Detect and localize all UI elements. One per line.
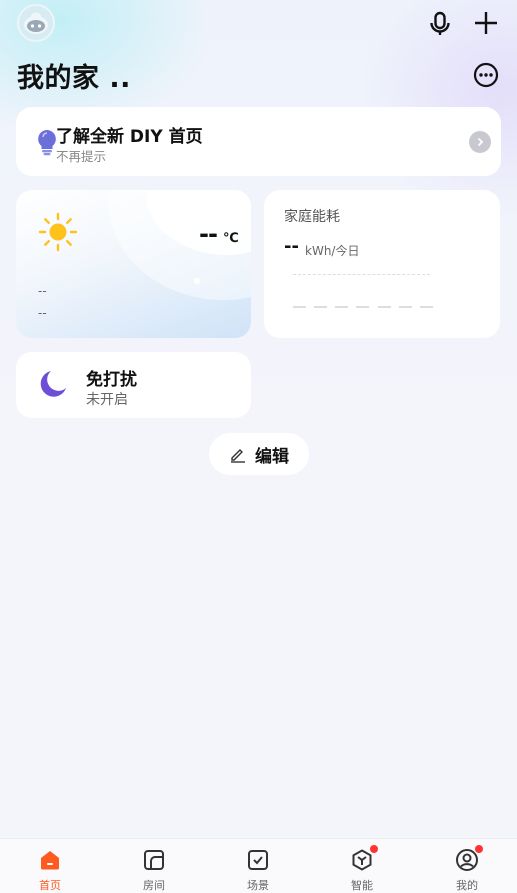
dnd-title: 免打扰 [86, 370, 137, 390]
energy-bar [293, 306, 306, 308]
energy-bar [314, 306, 328, 308]
energy-chart-baseline [293, 274, 430, 275]
plus-icon [475, 12, 497, 34]
edit-button[interactable]: 编辑 [209, 433, 309, 475]
tip-title: 了解全新 DIY 首页 [56, 127, 203, 147]
add-button[interactable] [472, 9, 500, 37]
energy-bar [377, 306, 391, 308]
edit-label: 编辑 [255, 446, 289, 467]
sun-icon [38, 212, 78, 252]
tab-label: 智能 [351, 879, 373, 892]
temperature-unit: ℃ [223, 231, 239, 246]
top-bar [0, 0, 517, 50]
moon-icon [40, 371, 66, 397]
robot-avatar-icon [24, 12, 48, 34]
tab-home[interactable]: 首页 [20, 839, 80, 893]
chevron-right-icon [477, 137, 484, 147]
scene-icon [248, 850, 268, 870]
tab-rooms[interactable]: 房间 [124, 839, 184, 893]
scene-tab-icon-wrap [246, 848, 270, 872]
tab-smart[interactable]: 智能 [332, 839, 392, 893]
microphone-button[interactable] [426, 10, 454, 38]
dismiss-tip-link[interactable]: 不再提示 [56, 146, 106, 165]
tab-label: 我的 [456, 879, 478, 892]
weather-card[interactable] [16, 190, 251, 338]
dnd-status: 未开启 [86, 392, 128, 408]
tab-scenes[interactable]: 场景 [228, 839, 288, 893]
avatar[interactable] [17, 4, 55, 42]
bottom-tab-bar: 首页 房间 场景 智能 我的 [0, 838, 517, 893]
tab-label: 房间 [143, 879, 165, 892]
weather-decoration-dot [194, 278, 200, 284]
temperature-value: -- [199, 220, 218, 248]
smart-tab-icon-wrap [350, 845, 378, 872]
weather-detail-1: -- [38, 284, 47, 298]
energy-title: 家庭能耗 [284, 209, 340, 225]
lightbulb-icon [38, 130, 56, 156]
weather-detail-2: -- [38, 306, 47, 320]
energy-chart-placeholder [293, 306, 433, 308]
home-tab-icon-wrap [38, 848, 62, 872]
tip-arrow-button[interactable] [469, 131, 491, 153]
energy-bar [419, 306, 433, 308]
profile-badge [475, 845, 483, 853]
room-tab-icon-wrap [142, 848, 166, 872]
tab-label: 首页 [39, 879, 61, 892]
energy-bar [356, 306, 370, 308]
tab-label: 场景 [247, 879, 269, 892]
energy-bar [398, 306, 412, 308]
mic-icon [430, 11, 450, 35]
energy-value: -- [284, 236, 299, 257]
smart-badge [370, 845, 378, 853]
home-title[interactable]: 我的家 .. [17, 56, 131, 95]
profile-tab-icon-wrap [455, 845, 483, 872]
pencil-icon [231, 449, 245, 463]
room-icon [144, 850, 164, 870]
energy-bar [335, 306, 349, 308]
tab-profile[interactable]: 我的 [437, 839, 497, 893]
more-icon [473, 62, 499, 88]
home-icon [41, 851, 59, 870]
energy-unit: kWh/今日 [305, 244, 360, 258]
more-options-button[interactable] [472, 61, 500, 89]
